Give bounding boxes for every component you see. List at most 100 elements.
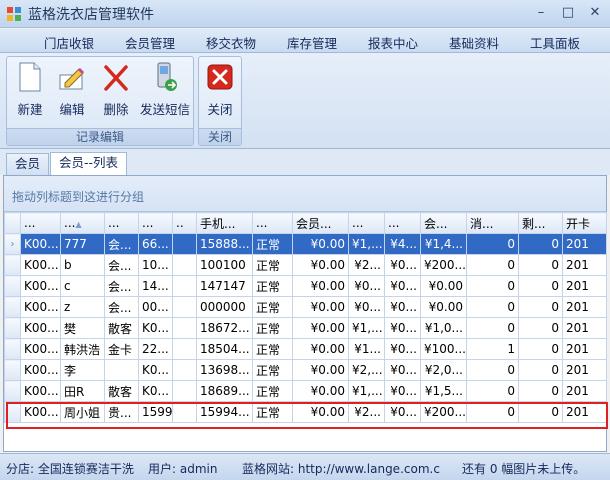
close-button[interactable]: 关闭 (202, 61, 238, 121)
table-cell[interactable]: 0 (518, 338, 563, 360)
table-cell[interactable]: 201 (562, 380, 607, 402)
table-cell[interactable]: ¥0.00 (420, 275, 467, 297)
table-cell[interactable]: ¥100... (420, 338, 467, 360)
table-row[interactable]: K00... 李 K0... 13698... 正常 ¥0.00 ¥2,... ¥0... ¥2… (4, 359, 607, 381)
menu-basic-data[interactable]: 基础资料 (449, 33, 499, 52)
table-cell[interactable]: 0 (518, 254, 563, 276)
table-cell[interactable]: ¥0.00 (292, 359, 349, 381)
table-row[interactable]: K00... c 会... 14... 147147 正常 ¥0.00 ¥0... ¥0... ¥… (4, 275, 607, 297)
table-cell[interactable]: 0 (466, 317, 519, 339)
table-cell[interactable]: 韩洪浩 (60, 338, 105, 360)
table-cell[interactable]: ¥2... (348, 254, 385, 276)
column-header[interactable]: .. (172, 212, 197, 234)
column-header-sorted[interactable]: ...▲ (60, 212, 105, 234)
table-cell[interactable]: 0 (466, 401, 519, 423)
table-row[interactable]: K00... 田R 散客 K0... 18689... 正常 ¥0.00 ¥1,... ¥0..… (4, 380, 607, 402)
table-row[interactable]: K00... 韩洪浩 金卡 22... 18504... 正常 ¥0.00 ¥1... ¥0..… (4, 338, 607, 360)
table-cell[interactable]: ¥200... (420, 254, 467, 276)
table-cell[interactable]: 201 (562, 359, 607, 381)
table-cell[interactable]: ¥0... (384, 338, 421, 360)
table-cell[interactable]: K0... (138, 317, 173, 339)
table-cell[interactable] (172, 317, 197, 339)
table-cell[interactable]: 13698... (196, 359, 253, 381)
row-indicator[interactable] (4, 380, 21, 402)
table-cell[interactable]: ¥0.00 (420, 296, 467, 318)
table-cell[interactable]: 000000 (196, 296, 253, 318)
table-cell[interactable]: 18672... (196, 317, 253, 339)
maximize-button[interactable]: □ (555, 3, 581, 23)
table-cell[interactable]: ¥0... (348, 296, 385, 318)
table-cell[interactable]: K00... (20, 359, 61, 381)
table-cell[interactable]: 金卡 (104, 338, 139, 360)
current-row-indicator-icon[interactable]: › (4, 233, 21, 255)
table-cell[interactable] (104, 359, 139, 381)
row-indicator[interactable] (4, 275, 21, 297)
table-cell[interactable]: ¥1,0... (420, 317, 467, 339)
table-cell[interactable]: ¥0.00 (292, 380, 349, 402)
row-indicator[interactable] (4, 317, 21, 339)
table-cell[interactable]: 会... (104, 296, 139, 318)
tab-member[interactable]: 会员 (6, 153, 50, 175)
row-indicator[interactable] (4, 254, 21, 276)
table-cell[interactable] (172, 296, 197, 318)
table-cell[interactable]: ¥1... (348, 338, 385, 360)
table-cell[interactable]: K00... (20, 233, 61, 255)
table-cell[interactable]: ¥0... (384, 401, 421, 423)
table-cell[interactable]: 100100 (196, 254, 253, 276)
table-cell[interactable]: K00... (20, 401, 61, 423)
column-header-phone[interactable]: 手机... (196, 212, 253, 234)
table-cell[interactable]: 15994... (196, 401, 253, 423)
table-cell[interactable]: 0 (518, 401, 563, 423)
table-cell[interactable]: 147147 (196, 275, 253, 297)
table-cell[interactable]: b (60, 254, 105, 276)
table-cell[interactable] (172, 254, 197, 276)
table-cell[interactable]: ¥200... (420, 401, 467, 423)
menu-checkout[interactable]: 门店收银 (44, 33, 94, 52)
table-cell[interactable]: 0 (466, 380, 519, 402)
column-header[interactable]: ... (384, 212, 421, 234)
table-cell[interactable]: K00... (20, 254, 61, 276)
table-cell[interactable]: 樊 (60, 317, 105, 339)
table-cell[interactable]: 散客 (104, 380, 139, 402)
menu-reports[interactable]: 报表中心 (368, 33, 418, 52)
table-cell[interactable]: ¥0... (384, 359, 421, 381)
row-indicator[interactable] (4, 338, 21, 360)
table-cell[interactable]: 正常 (252, 296, 293, 318)
table-cell[interactable]: 正常 (252, 338, 293, 360)
table-cell[interactable]: 18504... (196, 338, 253, 360)
delete-button[interactable]: 删除 (97, 61, 135, 121)
table-cell[interactable]: ¥4... (384, 233, 421, 255)
table-cell[interactable]: 正常 (252, 380, 293, 402)
table-cell[interactable]: 201 (562, 338, 607, 360)
menu-tools[interactable]: 工具面板 (530, 33, 580, 52)
table-cell[interactable]: 0 (518, 275, 563, 297)
table-cell[interactable] (172, 233, 197, 255)
table-cell[interactable]: ¥0.00 (292, 338, 349, 360)
table-row[interactable]: K00... b 会... 10... 100100 正常 ¥0.00 ¥2... ¥0... ¥… (4, 254, 607, 276)
table-cell[interactable]: ¥0.00 (292, 401, 349, 423)
column-header-consume[interactable]: 消... (466, 212, 519, 234)
table-cell[interactable]: ¥0... (384, 296, 421, 318)
column-header-open-card[interactable]: 开卡 (562, 212, 607, 234)
table-cell[interactable]: ¥1,4... (420, 233, 467, 255)
table-cell[interactable]: 0 (518, 380, 563, 402)
status-website[interactable]: 蓝格网站: http://www.lange.com.c (242, 460, 440, 477)
table-cell[interactable] (172, 401, 197, 423)
table-cell[interactable]: 0 (466, 359, 519, 381)
table-cell[interactable]: 贵... (104, 401, 139, 423)
table-cell[interactable]: K00... (20, 317, 61, 339)
table-cell[interactable]: K00... (20, 275, 61, 297)
table-cell[interactable]: ¥1,... (348, 380, 385, 402)
table-cell[interactable]: K0... (138, 359, 173, 381)
table-cell[interactable]: 会... (104, 254, 139, 276)
table-cell[interactable]: 14... (138, 275, 173, 297)
row-indicator[interactable] (4, 296, 21, 318)
table-cell[interactable]: 0 (518, 359, 563, 381)
table-cell[interactable]: 10... (138, 254, 173, 276)
group-by-area[interactable]: 拖动列标题到这进行分组 (4, 176, 606, 212)
menu-transfer[interactable]: 移交衣物 (206, 33, 256, 52)
table-cell[interactable]: 201 (562, 275, 607, 297)
table-cell[interactable]: 201 (562, 296, 607, 318)
table-row[interactable]: K00... z 会... 00... 000000 正常 ¥0.00 ¥0... ¥0... ¥… (4, 296, 607, 318)
table-cell[interactable]: 0 (518, 296, 563, 318)
